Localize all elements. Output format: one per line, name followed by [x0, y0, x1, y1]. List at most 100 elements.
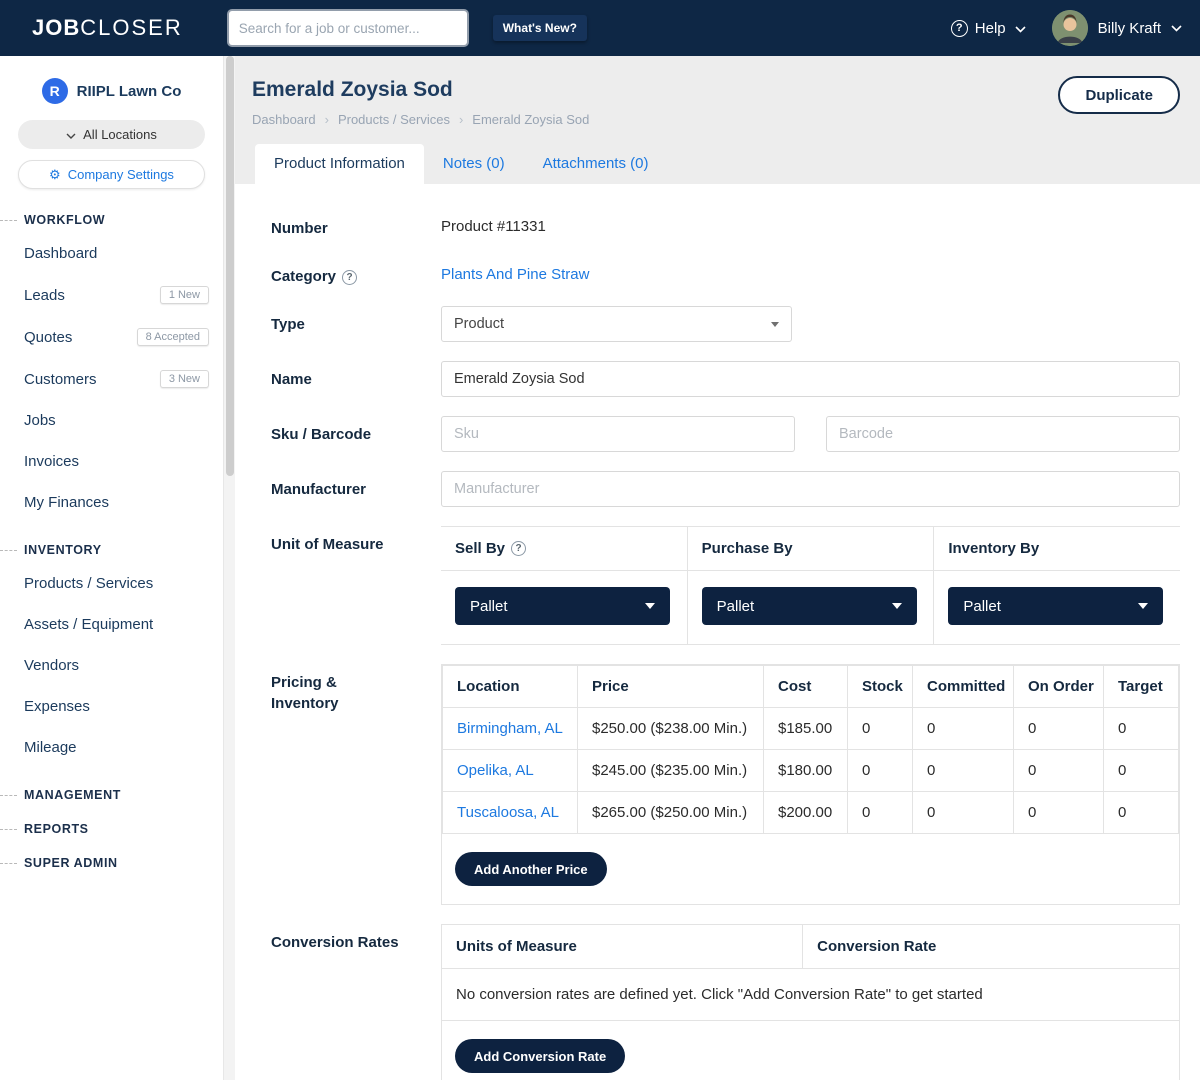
section-header-super-admin[interactable]: SUPER ADMIN	[0, 856, 223, 870]
tabs: Product Information Notes (0) Attachment…	[252, 144, 1180, 184]
inventory-by-select[interactable]: Pallet	[948, 587, 1163, 625]
category-link[interactable]: Plants And Pine Straw	[441, 258, 589, 283]
leads-new-badge: 1 New	[160, 286, 209, 304]
duplicate-button[interactable]: Duplicate	[1058, 76, 1180, 114]
price-cell: $265.00 ($250.00 Min.)	[578, 792, 764, 834]
section-header-workflow: WORKFLOW	[0, 213, 223, 227]
section-header-reports[interactable]: REPORTS	[0, 822, 223, 836]
nav-item-label: Leads	[24, 287, 65, 304]
col-target: Target	[1104, 666, 1179, 708]
add-another-price-button[interactable]: Add Another Price	[455, 852, 607, 886]
nav-item-label: Products / Services	[24, 575, 153, 592]
pricing-inventory-row: Pricing & Inventory Location	[271, 664, 1180, 905]
committed-cell: 0	[913, 792, 1014, 834]
unit-of-measure-label: Unit of Measure	[271, 526, 441, 645]
inventory-by-header-text: Inventory By	[948, 540, 1039, 557]
sidebar-item-customers[interactable]: Customers 3 New	[0, 358, 223, 400]
nav-item-label: Quotes	[24, 329, 72, 346]
sidebar-nav: WORKFLOW Dashboard Leads 1 New Quotes 8 …	[0, 213, 223, 870]
name-input[interactable]	[441, 361, 1180, 397]
inventory-by-header: Inventory By	[934, 527, 1180, 571]
sidebar-item-mileage[interactable]: Mileage	[0, 727, 223, 768]
tab-attachments[interactable]: Attachments (0)	[524, 144, 668, 184]
app-logo[interactable]: JOBCLOSER	[32, 15, 183, 41]
pricing-header-row: Location Price Cost Stock Committed On O…	[443, 666, 1179, 708]
number-label: Number	[271, 210, 441, 239]
location-link[interactable]: Tuscaloosa, AL	[457, 804, 559, 821]
sidebar-scrollbar[interactable]	[223, 56, 235, 1080]
company-logo: R	[42, 78, 68, 104]
page-title: Emerald Zoysia Sod	[252, 78, 1180, 102]
avatar[interactable]	[1052, 10, 1088, 46]
product-information-panel: Number Product #11331 Category? Plants A…	[235, 184, 1200, 1080]
sidebar-scrollbar-thumb[interactable]	[226, 56, 234, 476]
company-name: RIIPL Lawn Co	[77, 83, 182, 100]
section-header-management[interactable]: MANAGEMENT	[0, 788, 223, 802]
nav-item-label: Expenses	[24, 698, 90, 715]
add-conversion-rate-button[interactable]: Add Conversion Rate	[455, 1039, 625, 1073]
help-label: Help	[975, 20, 1006, 37]
breadcrumb-dashboard[interactable]: Dashboard	[252, 112, 316, 127]
sidebar-item-dashboard[interactable]: Dashboard	[0, 233, 223, 274]
sku-barcode-label: Sku / Barcode	[271, 416, 441, 452]
chevron-down-icon[interactable]	[1171, 19, 1182, 37]
sku-input[interactable]	[441, 416, 795, 452]
target-cell: 0	[1104, 708, 1179, 750]
user-name[interactable]: Billy Kraft	[1098, 20, 1161, 37]
tab-product-information[interactable]: Product Information	[255, 144, 424, 184]
help-icon: ?	[951, 20, 968, 37]
sidebar-item-jobs[interactable]: Jobs	[0, 400, 223, 441]
nav-item-label: Mileage	[24, 739, 77, 756]
unit-of-measure-table: Sell By? Pallet	[441, 526, 1180, 645]
search-input[interactable]	[239, 21, 457, 36]
col-cost: Cost	[764, 666, 848, 708]
sidebar-item-assets-equipment[interactable]: Assets / Equipment	[0, 604, 223, 645]
col-stock: Stock	[848, 666, 913, 708]
sidebar-item-products-services[interactable]: Products / Services	[0, 563, 223, 604]
on-order-cell: 0	[1014, 750, 1104, 792]
nav-item-label: Assets / Equipment	[24, 616, 153, 633]
chevron-down-icon	[645, 603, 655, 609]
location-link[interactable]: Opelika, AL	[457, 762, 534, 779]
global-search	[229, 11, 467, 45]
sidebar-item-vendors[interactable]: Vendors	[0, 645, 223, 686]
sidebar-item-leads[interactable]: Leads 1 New	[0, 274, 223, 316]
category-row: Category? Plants And Pine Straw	[271, 258, 1180, 287]
all-locations-dropdown[interactable]: All Locations	[18, 120, 205, 149]
whats-new-button[interactable]: What's New?	[493, 15, 587, 41]
breadcrumb-products-services[interactable]: Products / Services	[338, 112, 450, 127]
location-link[interactable]: Birmingham, AL	[457, 720, 563, 737]
help-icon[interactable]: ?	[511, 541, 526, 556]
sidebar-item-my-finances[interactable]: My Finances	[0, 482, 223, 523]
conversion-rates-section: Units of Measure Conversion Rate No conv…	[441, 924, 1180, 1080]
help-menu[interactable]: ? Help	[951, 20, 1026, 37]
sidebar: R RIIPL Lawn Co All Locations ⚙ Company …	[0, 56, 235, 1080]
breadcrumb: Dashboard › Products / Services › Emeral…	[252, 112, 1180, 127]
tab-notes[interactable]: Notes (0)	[424, 144, 524, 184]
name-row: Name	[271, 361, 1180, 397]
company-settings-button[interactable]: ⚙ Company Settings	[18, 160, 205, 189]
breadcrumb-current: Emerald Zoysia Sod	[472, 112, 589, 127]
category-label: Category?	[271, 258, 441, 287]
col-location: Location	[443, 666, 578, 708]
type-row: Type Product	[271, 306, 1180, 342]
table-row: Opelika, AL $245.00 ($235.00 Min.) $180.…	[443, 750, 1179, 792]
all-locations-label: All Locations	[83, 127, 157, 142]
help-icon[interactable]: ?	[342, 270, 357, 285]
purchase-by-select[interactable]: Pallet	[702, 587, 917, 625]
manufacturer-input[interactable]	[441, 471, 1180, 507]
purchase-by-header: Purchase By	[688, 527, 934, 571]
sell-by-select[interactable]: Pallet	[455, 587, 670, 625]
barcode-input[interactable]	[826, 416, 1180, 452]
type-select[interactable]: Product	[441, 306, 792, 342]
logo-text-bold: JOB	[32, 15, 80, 40]
main-content: Emerald Zoysia Sod Dashboard › Products …	[235, 56, 1200, 1080]
sidebar-item-invoices[interactable]: Invoices	[0, 441, 223, 482]
price-cell: $250.00 ($238.00 Min.)	[578, 708, 764, 750]
col-committed: Committed	[913, 666, 1014, 708]
purchase-by-column: Purchase By Pallet	[688, 527, 935, 644]
sidebar-item-expenses[interactable]: Expenses	[0, 686, 223, 727]
sidebar-item-quotes[interactable]: Quotes 8 Accepted	[0, 316, 223, 358]
category-label-text: Category	[271, 268, 336, 285]
on-order-cell: 0	[1014, 708, 1104, 750]
